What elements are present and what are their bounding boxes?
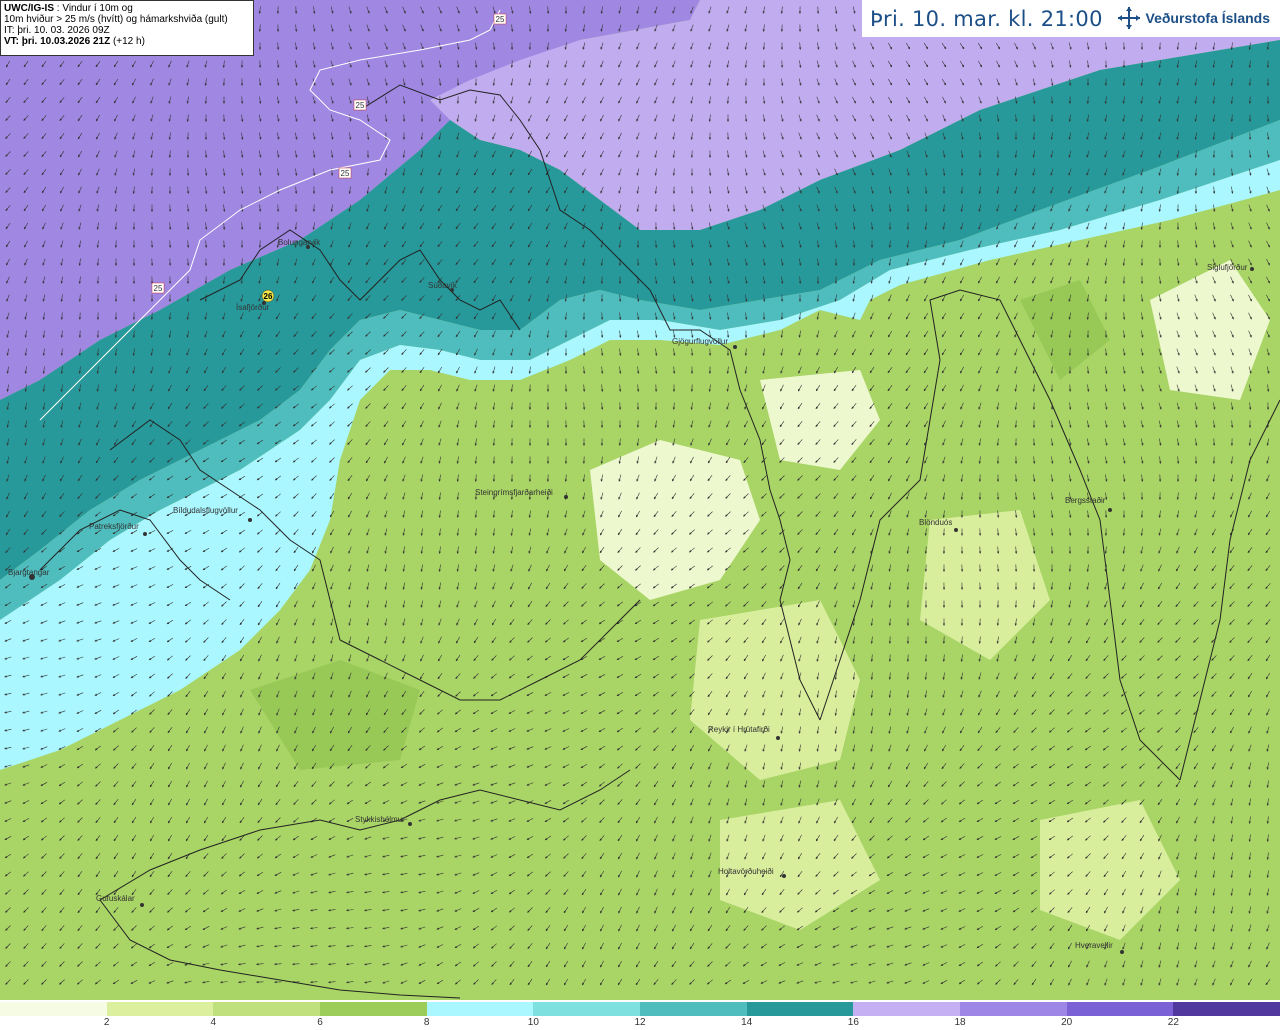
legend-tick-label: 16 — [847, 1017, 859, 1028]
vedurstofa-logo-text: Veðurstofa Íslands — [1145, 10, 1270, 26]
legend-tick-label: 6 — [317, 1017, 323, 1028]
legend-tick-label: 18 — [954, 1017, 966, 1028]
place-dot — [1250, 267, 1254, 271]
legend-swatch — [640, 1002, 747, 1016]
forecast-time-label: Þri. 10. mar. kl. 21:00 — [870, 6, 1103, 31]
place-label: Bolungarvík — [278, 238, 321, 247]
legend-swatch — [1173, 1002, 1280, 1016]
legend-tick-label: 8 — [423, 1017, 430, 1028]
place-dot — [408, 822, 412, 826]
place-label: Bíldudalsflugvöllur — [173, 506, 238, 515]
legend-swatch — [426, 1002, 534, 1016]
place-label: Gufuskálar — [96, 894, 135, 903]
place-dot — [733, 345, 737, 349]
place-dot — [1120, 950, 1124, 954]
legend-swatch — [106, 1002, 214, 1016]
place-dot — [248, 518, 252, 522]
legend-tick-label: 10 — [527, 1017, 539, 1028]
place-dot — [143, 532, 147, 536]
legend-swatch — [960, 1002, 1067, 1016]
initial-time: IT: þri. 10. 03. 2026 09Z — [4, 25, 110, 36]
forecast-offset: (+12 h) — [110, 36, 145, 47]
legend-tick-label: 20 — [1061, 1017, 1073, 1028]
legend-tick-label: 14 — [741, 1017, 753, 1028]
isotach-label: 25 — [356, 101, 365, 110]
place-label: Patreksfjörður — [89, 522, 139, 531]
legend-tick-label: 12 — [634, 1017, 646, 1028]
max-gust-value: 26 — [264, 292, 273, 301]
place-label: Ísafjörður — [236, 303, 270, 312]
wind-speed-legend: 2 4 6 8 10 12 14 16 18 20 22 — [0, 1000, 1280, 1030]
place-label: Reykir í Hrútafirði — [708, 725, 770, 734]
product-code: UWC/IG-IS — [4, 3, 54, 14]
place-label: Súðavík — [428, 281, 458, 290]
place-dot — [776, 736, 780, 740]
isotach-label: 25 — [341, 169, 350, 178]
legend-swatch — [853, 1002, 960, 1016]
product-description-line2: 10m hviður > 25 m/s (hvítt) og hámarkshv… — [4, 14, 228, 25]
place-label: Blönduós — [919, 518, 952, 527]
place-label: Siglufjörður — [1207, 263, 1248, 272]
legend-swatch — [213, 1002, 320, 1016]
place-label: Stykkishólmur — [355, 815, 405, 824]
place-dot — [782, 874, 786, 878]
isotach-label: 25 — [496, 15, 505, 24]
legend-swatch — [533, 1002, 640, 1016]
place-label: Gjögurflugvöllur — [672, 337, 728, 346]
place-label: Holtavörðuheiði — [718, 867, 774, 876]
time-panel: Þri. 10. mar. kl. 21:00 Veðurstofa Íslan… — [862, 0, 1280, 37]
place-dot — [954, 528, 958, 532]
legend-swatch — [1066, 1002, 1174, 1016]
place-label: Hveravellir — [1075, 941, 1113, 950]
place-label: Bergsstaðir — [1065, 496, 1106, 505]
legend-tick-label: 2 — [103, 1017, 110, 1028]
legend-swatch — [320, 1002, 427, 1016]
place-label: Bjargtangar — [8, 568, 50, 577]
place-dot — [1108, 508, 1112, 512]
legend-swatch — [0, 1002, 107, 1016]
place-dot — [564, 495, 568, 499]
place-dot — [140, 903, 144, 907]
vedurstofa-snowflake-icon — [1117, 7, 1140, 29]
wind-map: 25 25 25 25 26 Bolungarvík Ísafjörður Sú… — [0, 0, 1280, 1000]
legend-swatch — [746, 1002, 854, 1016]
legend-tick-label: 4 — [210, 1017, 217, 1028]
map-info-box: UWC/IG-IS : Vindur í 10m og 10m hviður >… — [0, 0, 254, 56]
valid-time: VT: þri. 10.03.2026 21Z — [4, 36, 111, 47]
isotach-label: 25 — [154, 284, 163, 293]
place-label: Steingrímsfjarðarheiði — [475, 488, 553, 497]
legend-tick-label: 22 — [1167, 1017, 1179, 1028]
vedurstofa-logo[interactable]: Veðurstofa Íslands — [1116, 5, 1270, 31]
product-description: : Vindur í 10m og — [54, 3, 133, 14]
